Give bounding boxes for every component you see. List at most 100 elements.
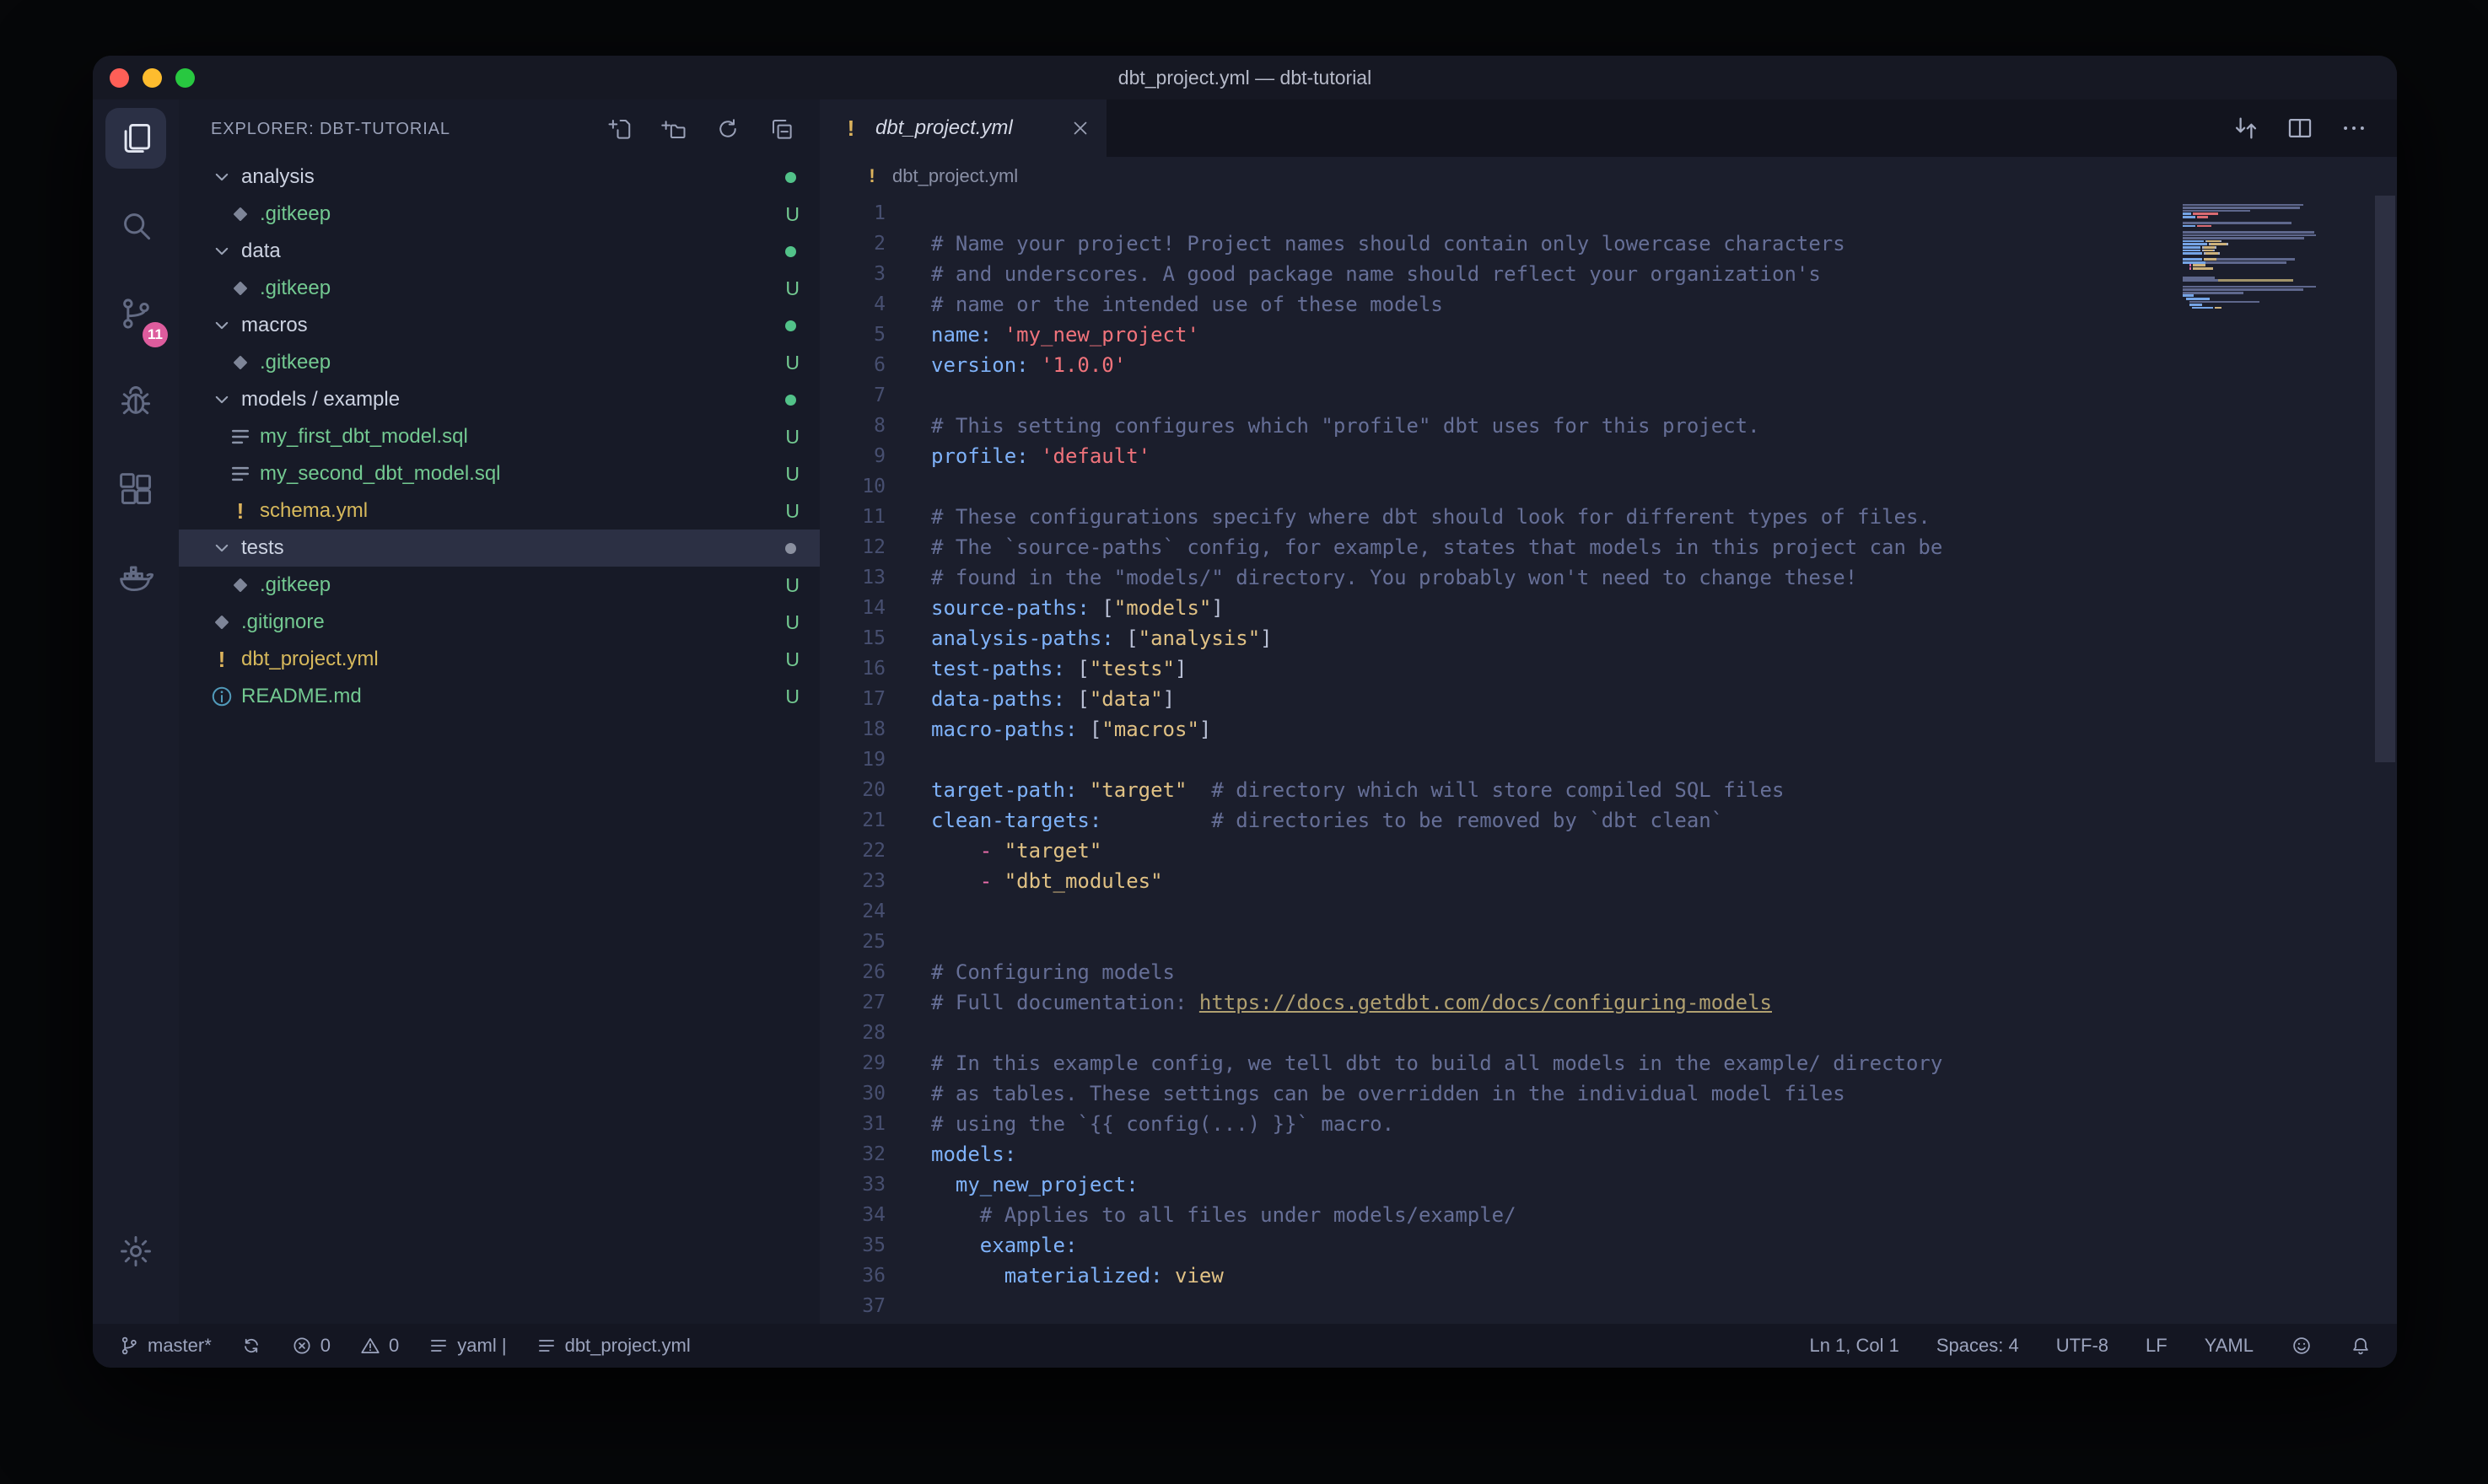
code-line-7[interactable]: 7 bbox=[820, 380, 2397, 411]
activity-item-docker[interactable] bbox=[105, 546, 166, 607]
code-line-5[interactable]: 5name: 'my_new_project' bbox=[820, 320, 2397, 350]
code-line-14[interactable]: 14source-paths: ["models"] bbox=[820, 593, 2397, 623]
status-encoding[interactable]: UTF-8 bbox=[2056, 1335, 2108, 1357]
tree-folder-macros[interactable]: macros bbox=[179, 307, 820, 344]
status-sync-changes[interactable] bbox=[240, 1335, 262, 1357]
tree-file-gitkeep[interactable]: .gitkeepU bbox=[179, 196, 820, 233]
breadcrumb-item-file[interactable]: dbt_project.yml bbox=[892, 165, 1018, 187]
git-file-icon bbox=[228, 202, 253, 227]
tree-folder-data[interactable]: data bbox=[179, 233, 820, 270]
code-line-33[interactable]: 33 my_new_project: bbox=[820, 1169, 2397, 1200]
tree-file-my-second-dbt-model-sql[interactable]: my_second_dbt_model.sqlU bbox=[179, 455, 820, 492]
minimap[interactable] bbox=[2183, 201, 2328, 313]
code-line-1[interactable]: 1 bbox=[820, 198, 2397, 229]
status-active-file[interactable]: dbt_project.yml bbox=[536, 1335, 691, 1357]
status-language-mode[interactable]: YAML bbox=[2205, 1335, 2254, 1357]
code-line-10[interactable]: 10 bbox=[820, 471, 2397, 502]
activity-item-source-control[interactable]: 11 bbox=[105, 283, 166, 344]
status-notifications[interactable] bbox=[2350, 1335, 2372, 1357]
tree-file-schema-yml[interactable]: !schema.ymlU bbox=[179, 492, 820, 530]
vscode-window: dbt_project.yml — dbt-tutorial 11 EXPLOR… bbox=[93, 56, 2397, 1368]
editor-scrollbar[interactable] bbox=[2375, 196, 2395, 762]
new-file-icon[interactable] bbox=[607, 116, 633, 142]
code-line-20[interactable]: 20target-path: "target" # directory whic… bbox=[820, 775, 2397, 805]
activity-item-settings[interactable] bbox=[105, 1221, 166, 1282]
tree-file-gitkeep[interactable]: .gitkeepU bbox=[179, 344, 820, 381]
activity-item-run-debug[interactable] bbox=[105, 371, 166, 432]
code-line-24[interactable]: 24 bbox=[820, 896, 2397, 927]
code-editor[interactable]: 12# Name your project! Project names sho… bbox=[820, 196, 2397, 1324]
titlebar: dbt_project.yml — dbt-tutorial bbox=[93, 56, 2397, 99]
line-number: 12 bbox=[820, 536, 886, 558]
close-window-button[interactable] bbox=[110, 68, 129, 88]
status-warnings[interactable]: 0 bbox=[359, 1335, 399, 1357]
status-label: UTF-8 bbox=[2056, 1335, 2108, 1357]
status-indentation[interactable]: Spaces: 4 bbox=[1936, 1335, 2019, 1357]
code-line-32[interactable]: 32models: bbox=[820, 1139, 2397, 1169]
tree-item-label: schema.yml bbox=[260, 499, 368, 523]
tab-dbt-project-yml[interactable]: ! dbt_project.yml bbox=[820, 99, 1107, 157]
code-line-18[interactable]: 18macro-paths: ["macros"] bbox=[820, 714, 2397, 745]
git-untracked-badge: U bbox=[785, 500, 800, 523]
tree-file-my-first-dbt-model-sql[interactable]: my_first_dbt_model.sqlU bbox=[179, 418, 820, 455]
tree-file-gitkeep[interactable]: .gitkeepU bbox=[179, 567, 820, 604]
code-line-26[interactable]: 26# Configuring models bbox=[820, 957, 2397, 987]
code-line-2[interactable]: 2# Name your project! Project names shou… bbox=[820, 229, 2397, 259]
collapse-folders-icon[interactable] bbox=[769, 116, 794, 142]
tree-folder-models-example[interactable]: models / example bbox=[179, 381, 820, 418]
tree-file-gitignore[interactable]: .gitignoreU bbox=[179, 604, 820, 641]
tree-folder-analysis[interactable]: analysis bbox=[179, 159, 820, 196]
line-number: 25 bbox=[820, 931, 886, 953]
code-line-34[interactable]: 34 # Applies to all files under models/e… bbox=[820, 1200, 2397, 1230]
code-line-6[interactable]: 6version: '1.0.0' bbox=[820, 350, 2397, 380]
code-line-11[interactable]: 11# These configurations specify where d… bbox=[820, 502, 2397, 532]
tree-folder-tests[interactable]: tests bbox=[179, 530, 820, 567]
code-line-23[interactable]: 23 - "dbt_modules" bbox=[820, 866, 2397, 896]
code-line-17[interactable]: 17data-paths: ["data"] bbox=[820, 684, 2397, 714]
minimap-line bbox=[2183, 309, 2328, 313]
code-line-13[interactable]: 13# found in the "models/" directory. Yo… bbox=[820, 562, 2397, 593]
code-line-3[interactable]: 3# and underscores. A good package name … bbox=[820, 259, 2397, 289]
more-actions-icon[interactable] bbox=[2340, 114, 2368, 142]
code-line-15[interactable]: 15analysis-paths: ["analysis"] bbox=[820, 623, 2397, 653]
code-line-36[interactable]: 36 materialized: view bbox=[820, 1261, 2397, 1291]
status-eol[interactable]: LF bbox=[2146, 1335, 2168, 1357]
code-line-9[interactable]: 9profile: 'default' bbox=[820, 441, 2397, 471]
code-line-16[interactable]: 16test-paths: ["tests"] bbox=[820, 653, 2397, 684]
code-line-27[interactable]: 27# Full documentation: https://docs.get… bbox=[820, 987, 2397, 1018]
activity-item-extensions[interactable] bbox=[105, 459, 166, 519]
status-cursor-position[interactable]: Ln 1, Col 1 bbox=[1809, 1335, 1898, 1357]
tree-file-readme-md[interactable]: README.mdU bbox=[179, 678, 820, 715]
activity-item-explorer[interactable] bbox=[105, 108, 166, 169]
code-line-22[interactable]: 22 - "target" bbox=[820, 836, 2397, 866]
code-line-37[interactable]: 37 bbox=[820, 1291, 2397, 1321]
minimize-window-button[interactable] bbox=[143, 68, 162, 88]
code-line-4[interactable]: 4# name or the intended use of these mod… bbox=[820, 289, 2397, 320]
code-line-25[interactable]: 25 bbox=[820, 927, 2397, 957]
code-line-19[interactable]: 19 bbox=[820, 745, 2397, 775]
code-line-30[interactable]: 30# as tables. These settings can be ove… bbox=[820, 1078, 2397, 1109]
refresh-explorer-icon[interactable] bbox=[715, 116, 740, 142]
code-line-35[interactable]: 35 example: bbox=[820, 1230, 2397, 1261]
code-line-28[interactable]: 28 bbox=[820, 1018, 2397, 1048]
code-line-8[interactable]: 8# This setting configures which "profil… bbox=[820, 411, 2397, 441]
status-branch[interactable]: master* bbox=[118, 1335, 212, 1357]
code-line-31[interactable]: 31# using the `{{ config(...) }}` macro. bbox=[820, 1109, 2397, 1139]
split-editor-icon[interactable] bbox=[2286, 114, 2314, 142]
code-line-29[interactable]: 29# In this example config, we tell dbt … bbox=[820, 1048, 2397, 1078]
tree-file-gitkeep[interactable]: .gitkeepU bbox=[179, 270, 820, 307]
new-folder-icon[interactable] bbox=[661, 116, 687, 142]
zoom-window-button[interactable] bbox=[175, 68, 195, 88]
status-yaml-schema[interactable]: yaml | bbox=[428, 1335, 506, 1357]
open-changes-icon[interactable] bbox=[2232, 114, 2260, 142]
code-line-21[interactable]: 21clean-targets: # directories to be rem… bbox=[820, 805, 2397, 836]
close-tab-icon[interactable] bbox=[1069, 117, 1091, 139]
line-number: 26 bbox=[820, 961, 886, 983]
status-errors[interactable]: 0 bbox=[291, 1335, 331, 1357]
line-number: 2 bbox=[820, 233, 886, 255]
status-feedback[interactable] bbox=[2291, 1335, 2313, 1357]
tree-item-label: .gitkeep bbox=[260, 351, 331, 374]
activity-item-search[interactable] bbox=[105, 196, 166, 256]
tree-file-dbt-project-yml[interactable]: !dbt_project.ymlU bbox=[179, 641, 820, 678]
code-line-12[interactable]: 12# The `source-paths` config, for examp… bbox=[820, 532, 2397, 562]
